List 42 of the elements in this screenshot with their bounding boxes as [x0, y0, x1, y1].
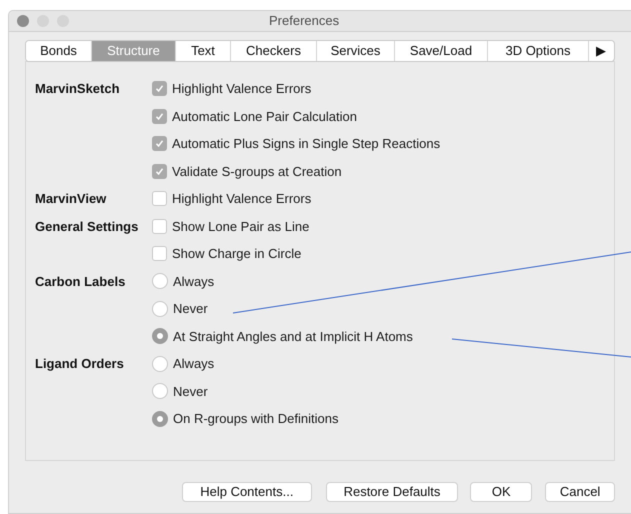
radio-button[interactable]	[152, 328, 168, 344]
group-label: MarvinView	[35, 190, 106, 208]
close-icon[interactable]	[17, 15, 29, 27]
checkbox[interactable]	[152, 246, 167, 262]
radio-button[interactable]	[152, 356, 168, 372]
radio-button[interactable]	[152, 273, 168, 290]
dialog-button[interactable]: OK	[470, 482, 532, 502]
checkbox[interactable]	[152, 81, 167, 96]
option-label: Validate S-groups at Creation	[172, 162, 342, 181]
option-label: Show Lone Pair as Line	[172, 218, 310, 236]
group-label: General Settings	[35, 218, 138, 236]
checkbox[interactable]	[152, 136, 167, 152]
option-label: Always	[173, 355, 214, 373]
option-label: Always	[173, 272, 214, 291]
option-label: Show Charge in Circle	[172, 245, 302, 263]
option-label: Automatic Lone Pair Calculation	[172, 108, 357, 126]
option-label: Highlight Valence Errors	[172, 190, 312, 208]
radio-button[interactable]	[152, 300, 168, 317]
checkmark-icon	[155, 166, 164, 176]
radio-button[interactable]	[152, 383, 168, 400]
group-label: Carbon Labels	[35, 272, 126, 290]
checkbox[interactable]	[152, 164, 167, 179]
dialog-button[interactable]: Help Contents...	[182, 482, 312, 502]
option-label: At Straight Angles and at Implicit H Atoms	[173, 328, 413, 346]
checkbox[interactable]	[152, 108, 167, 124]
checkmark-icon	[155, 139, 164, 148]
option-label: Never	[173, 382, 208, 400]
option-label: On R-groups with Definitions	[173, 410, 338, 428]
checkbox[interactable]	[152, 218, 167, 234]
group-label: MarvinSketch	[35, 80, 120, 98]
group-label: Ligand Orders	[35, 355, 124, 373]
checkbox[interactable]	[152, 191, 167, 206]
tab[interactable]: ▶	[588, 41, 613, 61]
radio-button[interactable]	[152, 410, 168, 427]
option-label: Highlight Valence Errors	[172, 80, 312, 98]
dialog-button[interactable]: Restore Defaults	[326, 482, 458, 502]
checkmark-icon	[155, 84, 164, 94]
dialog-button[interactable]: Cancel	[545, 482, 615, 502]
checkmark-icon	[155, 112, 164, 121]
option-label: Never	[173, 300, 208, 318]
window-title: Preferences	[269, 12, 340, 30]
option-label: Automatic Plus Signs in Single Step Reactions	[172, 135, 440, 153]
